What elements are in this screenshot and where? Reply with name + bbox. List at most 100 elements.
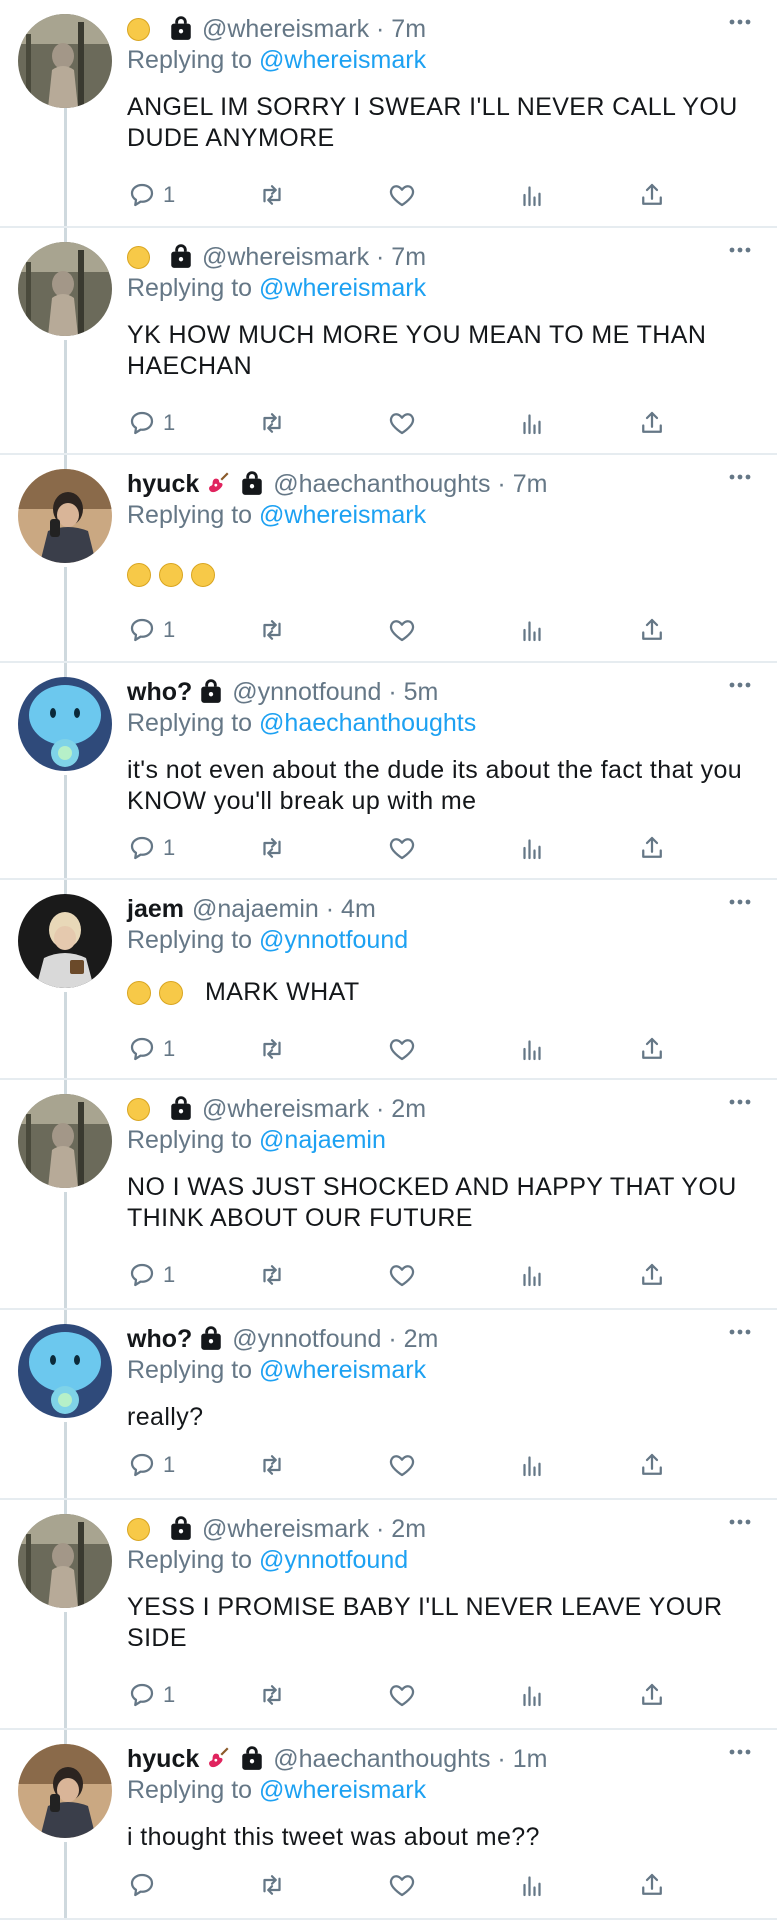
retweet-button[interactable]	[257, 1678, 287, 1712]
like-button[interactable]	[387, 613, 417, 647]
username-handle[interactable]: @whereismark	[202, 1515, 369, 1544]
retweet-button[interactable]	[257, 1258, 287, 1292]
share-button[interactable]	[637, 178, 667, 212]
timestamp[interactable]: 7m	[391, 243, 426, 272]
timestamp[interactable]: 4m	[341, 895, 376, 924]
like-button[interactable]	[387, 1032, 417, 1066]
retweet-button[interactable]	[257, 178, 287, 212]
display-name[interactable]: hyuck	[127, 1745, 199, 1774]
replying-to-link[interactable]: @whereismark	[259, 501, 426, 529]
share-button[interactable]	[637, 831, 667, 865]
timestamp[interactable]: 1m	[513, 1745, 548, 1774]
mark-avatar[interactable]	[18, 1094, 112, 1188]
share-button[interactable]	[637, 1678, 667, 1712]
share-button[interactable]	[637, 1258, 667, 1292]
replying-to-link[interactable]: @whereismark	[259, 1356, 426, 1384]
like-button[interactable]	[387, 406, 417, 440]
replying-to-link[interactable]: @whereismark	[259, 274, 426, 302]
timestamp[interactable]: 7m	[513, 470, 548, 499]
tweet[interactable]: @whereismark · 2m Replying to @ynnotfound…	[0, 1500, 777, 1730]
more-icon[interactable]	[725, 1092, 755, 1112]
tweet[interactable]: hyuck @haechanthoughts · 1m Replying to @w…	[0, 1730, 777, 1920]
analytics-button[interactable]	[517, 1448, 547, 1482]
tweet[interactable]: hyuck @haechanthoughts · 7m Replying to @w…	[0, 455, 777, 663]
timestamp[interactable]: 2m	[404, 1325, 439, 1354]
replying-to-link[interactable]: @najaemin	[259, 1126, 386, 1154]
replying-to-link[interactable]: @ynnotfound	[259, 1546, 408, 1574]
timestamp[interactable]: 7m	[391, 15, 426, 44]
like-button[interactable]	[387, 831, 417, 865]
more-icon[interactable]	[725, 1512, 755, 1532]
like-button[interactable]	[387, 1868, 417, 1902]
username-handle[interactable]: @whereismark	[202, 15, 369, 44]
retweet-button[interactable]	[257, 613, 287, 647]
display-name[interactable]: jaem	[127, 895, 184, 924]
like-button[interactable]	[387, 178, 417, 212]
like-button[interactable]	[387, 1678, 417, 1712]
tweet[interactable]: @whereismark · 7m Replying to @whereismar…	[0, 0, 777, 228]
display-name[interactable]: hyuck	[127, 470, 199, 499]
like-button[interactable]	[387, 1258, 417, 1292]
timestamp[interactable]: 5m	[404, 678, 439, 707]
replying-to-link[interactable]: @whereismark	[259, 46, 426, 74]
replying-to-link[interactable]: @whereismark	[259, 1776, 426, 1804]
analytics-button[interactable]	[517, 1258, 547, 1292]
share-button[interactable]	[637, 613, 667, 647]
analytics-button[interactable]	[517, 178, 547, 212]
reply-button[interactable]: 1	[127, 1258, 175, 1292]
analytics-button[interactable]	[517, 1868, 547, 1902]
jaem-avatar[interactable]	[18, 894, 112, 988]
more-icon[interactable]	[725, 675, 755, 695]
mark-avatar[interactable]	[18, 242, 112, 336]
display-name[interactable]: who?	[127, 1325, 192, 1354]
more-icon[interactable]	[725, 1322, 755, 1342]
reply-button[interactable]: 1	[127, 613, 175, 647]
reply-button[interactable]: 1	[127, 1678, 175, 1712]
reply-button[interactable]	[127, 1868, 157, 1902]
like-button[interactable]	[387, 1448, 417, 1482]
mark-avatar[interactable]	[18, 1514, 112, 1608]
username-handle[interactable]: @haechanthoughts	[273, 470, 490, 499]
retweet-button[interactable]	[257, 1032, 287, 1066]
username-handle[interactable]: @ynnotfound	[232, 678, 381, 707]
hyuck-avatar[interactable]	[18, 469, 112, 563]
timestamp[interactable]: 2m	[391, 1095, 426, 1124]
display-name[interactable]: who?	[127, 678, 192, 707]
username-handle[interactable]: @whereismark	[202, 1095, 369, 1124]
more-icon[interactable]	[725, 1742, 755, 1762]
retweet-button[interactable]	[257, 831, 287, 865]
retweet-button[interactable]	[257, 1448, 287, 1482]
hyuck-avatar[interactable]	[18, 1744, 112, 1838]
tweet[interactable]: who? @ynnotfound · 2m Replying to @whereis…	[0, 1310, 777, 1500]
mark-avatar[interactable]	[18, 14, 112, 108]
more-icon[interactable]	[725, 240, 755, 260]
reply-button[interactable]: 1	[127, 1032, 175, 1066]
more-icon[interactable]	[725, 892, 755, 912]
share-button[interactable]	[637, 406, 667, 440]
analytics-button[interactable]	[517, 831, 547, 865]
share-button[interactable]	[637, 1448, 667, 1482]
analytics-button[interactable]	[517, 406, 547, 440]
who-avatar[interactable]	[18, 677, 112, 771]
more-icon[interactable]	[725, 12, 755, 32]
replying-to-link[interactable]: @haechanthoughts	[259, 709, 476, 737]
retweet-button[interactable]	[257, 1868, 287, 1902]
username-handle[interactable]: @whereismark	[202, 243, 369, 272]
reply-button[interactable]: 1	[127, 831, 175, 865]
retweet-button[interactable]	[257, 406, 287, 440]
timestamp[interactable]: 2m	[391, 1515, 426, 1544]
analytics-button[interactable]	[517, 1678, 547, 1712]
reply-button[interactable]: 1	[127, 178, 175, 212]
share-button[interactable]	[637, 1868, 667, 1902]
username-handle[interactable]: @ynnotfound	[232, 1325, 381, 1354]
reply-button[interactable]: 1	[127, 406, 175, 440]
tweet[interactable]: @whereismark · 2m Replying to @najaemin NO…	[0, 1080, 777, 1310]
tweet[interactable]: @whereismark · 7m Replying to @whereismar…	[0, 228, 777, 455]
tweet[interactable]: jaem @najaemin · 4m Replying to @ynnotfoun…	[0, 880, 777, 1080]
more-icon[interactable]	[725, 467, 755, 487]
analytics-button[interactable]	[517, 1032, 547, 1066]
who-avatar[interactable]	[18, 1324, 112, 1418]
reply-button[interactable]: 1	[127, 1448, 175, 1482]
share-button[interactable]	[637, 1032, 667, 1066]
analytics-button[interactable]	[517, 613, 547, 647]
